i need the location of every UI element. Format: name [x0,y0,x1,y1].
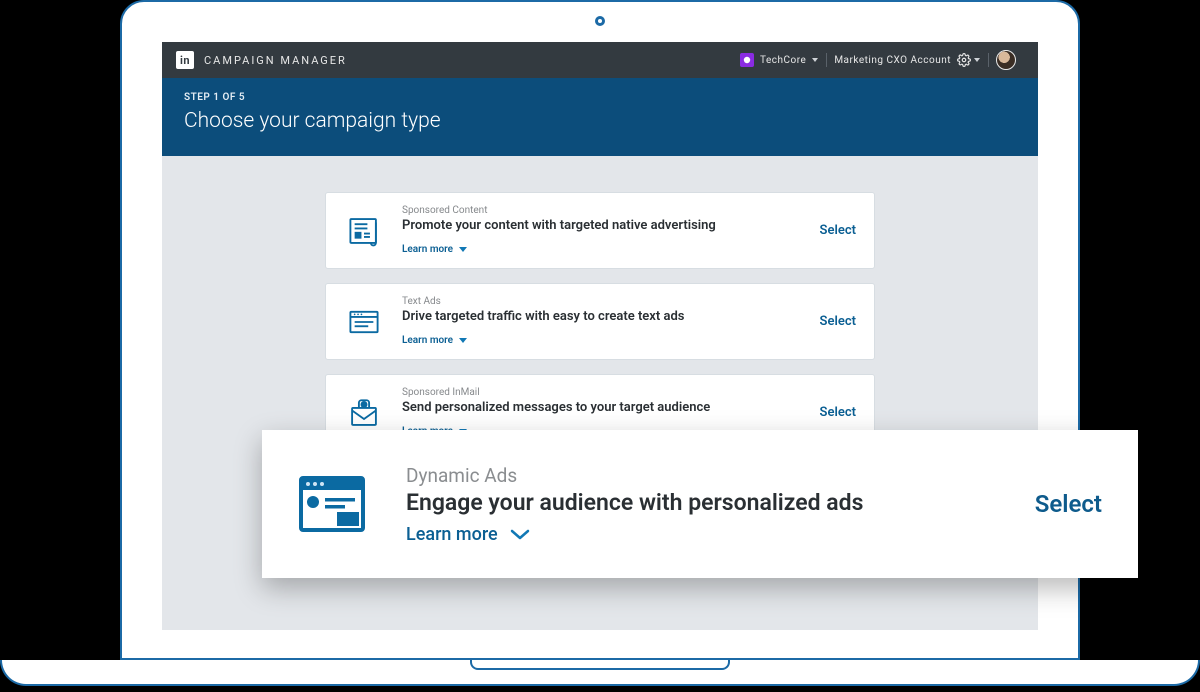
account-name: Marketing CXO Account [834,55,951,66]
step-header: STEP 1 OF 5 Choose your campaign type [162,78,1038,156]
profile-menu[interactable] [988,50,1024,70]
campaign-card-text-ads[interactable]: Text Ads Drive targeted traffic with eas… [325,283,875,360]
page-title: Choose your campaign type [184,109,1016,133]
svg-text:in: in [362,403,366,408]
account-switcher[interactable]: Marketing CXO Account [826,50,988,70]
card-title: Send personalized messages to your targe… [402,400,802,415]
org-name: TechCore [760,55,806,66]
laptop-notch [470,660,730,670]
caret-down-icon [812,58,818,62]
laptop-base [0,660,1200,686]
step-counter: STEP 1 OF 5 [184,92,1016,103]
select-button[interactable]: Select [820,223,856,238]
chevron-down-icon [459,247,467,252]
org-badge-icon [740,53,754,67]
caret-down-icon [974,58,980,62]
app-header: in CAMPAIGN MANAGER TechCore Marketing C… [162,42,1038,78]
card-eyebrow: Text Ads [402,296,802,307]
chevron-down-icon [510,527,530,541]
org-switcher[interactable]: TechCore [732,50,826,70]
dynamic-ads-icon [292,472,372,536]
gear-icon [957,53,971,67]
linkedin-logo-icon: in [176,51,194,69]
campaign-card-dynamic-ads[interactable]: Dynamic Ads Engage your audience with pe… [262,430,1138,578]
card-title: Engage your audience with personalized a… [406,489,1001,516]
card-eyebrow: Dynamic Ads [406,464,1001,487]
card-eyebrow: Sponsored Content [402,205,802,216]
sponsored-content-icon [344,214,384,248]
card-title: Drive targeted traffic with easy to crea… [402,309,802,324]
campaign-card-sponsored-content[interactable]: Sponsored Content Promote your content w… [325,192,875,269]
learn-more-link[interactable]: Learn more [402,335,467,346]
sponsored-inmail-icon: in [344,396,384,430]
select-button[interactable]: Select [820,314,856,329]
app-title: CAMPAIGN MANAGER [204,54,347,67]
chevron-down-icon [459,338,467,343]
select-button[interactable]: Select [1035,490,1102,518]
card-title: Promote your content with targeted nativ… [402,218,802,233]
camera-icon [595,16,605,26]
learn-more-link[interactable]: Learn more [402,244,467,255]
select-button[interactable]: Select [820,405,856,420]
campaign-type-list: Sponsored Content Promote your content w… [325,192,875,451]
text-ads-icon [344,305,384,339]
card-eyebrow: Sponsored InMail [402,387,802,398]
avatar [996,50,1016,70]
learn-more-link[interactable]: Learn more [406,524,530,545]
